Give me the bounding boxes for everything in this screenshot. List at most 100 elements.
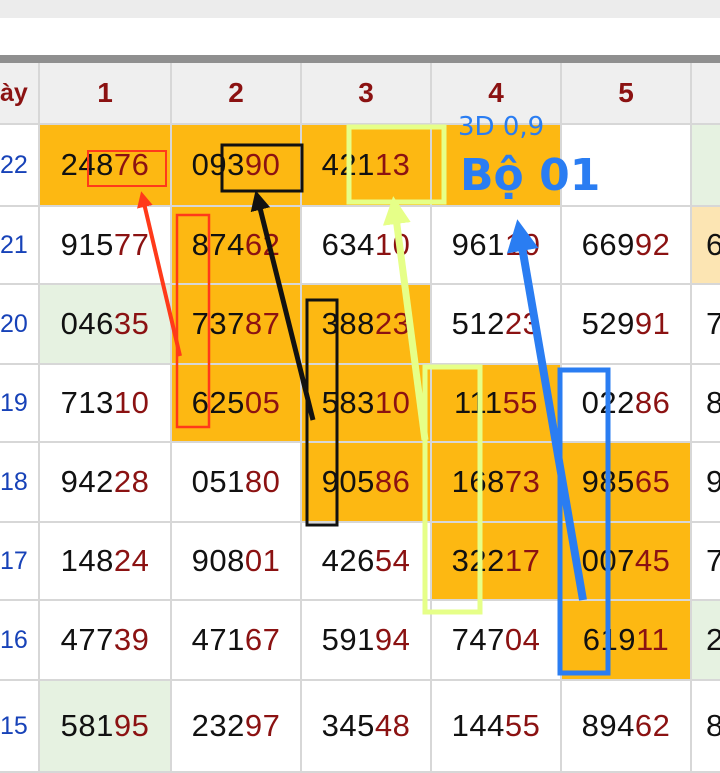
result-cell[interactable]: 529 91	[562, 285, 692, 365]
result-cell[interactable]: 046 35	[40, 285, 172, 365]
result-number-head: 985	[581, 464, 635, 499]
result-number-head: 961	[451, 227, 505, 262]
result-number-tail: 10	[504, 227, 541, 262]
result-cell[interactable]: 581 95	[40, 681, 172, 773]
result-number-head: 619	[582, 622, 637, 657]
result-number-tail: 24	[113, 543, 150, 578]
result-number-head: 669	[581, 227, 635, 262]
column-header-2: 2	[172, 63, 302, 125]
result-cell[interactable]: 908 01	[172, 523, 302, 601]
result-cell-clipped: 8	[692, 681, 720, 773]
column-header-3: 3	[302, 63, 432, 125]
result-cell[interactable]: 421 13	[302, 125, 432, 207]
result-cell[interactable]: 168 73	[432, 443, 562, 523]
result-number-head: 747	[451, 622, 505, 657]
row-date: 22	[0, 125, 40, 207]
result-cell-clipped: 9	[692, 443, 720, 523]
result-cell[interactable]: 669 92	[562, 207, 692, 285]
result-number-tail: 55	[502, 385, 539, 420]
result-cell[interactable]: 111 55	[432, 365, 562, 443]
result-cell[interactable]: 905 86	[302, 443, 432, 523]
result-number-tail: 05	[244, 385, 281, 420]
result-number-head: 713	[60, 385, 114, 420]
result-cell[interactable]: 942 28	[40, 443, 172, 523]
result-number-head: 093	[191, 147, 245, 182]
result-cell[interactable]: 961 10	[432, 207, 562, 285]
result-number-tail: 87	[244, 306, 281, 341]
result-number-tail: 77	[113, 227, 150, 262]
result-cell[interactable]: 874 62	[172, 207, 302, 285]
result-cell[interactable]: 915 77	[40, 207, 172, 285]
result-number-tail: 13	[374, 147, 411, 182]
result-number-tail: 23	[504, 306, 541, 341]
result-number-head: 022	[581, 385, 635, 420]
result-cell-clipped: 2	[692, 601, 720, 681]
result-number-head: 634	[321, 227, 375, 262]
result-number-head: 894	[581, 708, 635, 743]
result-cell[interactable]: 022 86	[562, 365, 692, 443]
result-cell[interactable]: 051 80	[172, 443, 302, 523]
result-cell[interactable]: 144 55	[432, 681, 562, 773]
result-number-tail: 01	[244, 543, 281, 578]
result-number-tail: 86	[374, 464, 411, 499]
result-number-tail: 65	[634, 464, 671, 499]
result-cell[interactable]	[562, 125, 692, 207]
result-number-tail: 11	[636, 622, 670, 657]
result-cell[interactable]: 426 54	[302, 523, 432, 601]
column-header-date: ày	[0, 63, 40, 125]
result-number-head: 046	[60, 306, 114, 341]
row-date: 18	[0, 443, 40, 523]
result-cell[interactable]: 345 48	[302, 681, 432, 773]
result-number-tail: 86	[634, 385, 671, 420]
result-cell[interactable]: 583 10	[302, 365, 432, 443]
result-number-tail: 94	[374, 622, 411, 657]
result-number-head: 232	[191, 708, 245, 743]
result-number-head: 591	[321, 622, 375, 657]
result-cell[interactable]: 388 23	[302, 285, 432, 365]
top-bar	[0, 0, 720, 18]
result-cell[interactable]: 619 11	[562, 601, 692, 681]
result-number-tail: 62	[634, 708, 671, 743]
result-cell[interactable]: 625 05	[172, 365, 302, 443]
result-cell[interactable]: 512 23	[432, 285, 562, 365]
result-cell-clipped: 6	[692, 207, 720, 285]
result-cell[interactable]: 007 45	[562, 523, 692, 601]
result-number-head: 111	[453, 385, 503, 420]
result-number-head: 581	[60, 708, 114, 743]
result-cell[interactable]: 471 67	[172, 601, 302, 681]
result-cell[interactable]: 148 24	[40, 523, 172, 601]
result-cell[interactable]: 248 76	[40, 125, 172, 207]
result-cell[interactable]: 591 94	[302, 601, 432, 681]
result-cell[interactable]: 737 87	[172, 285, 302, 365]
result-number-tail: 55	[504, 708, 541, 743]
result-cell[interactable]: 747 04	[432, 601, 562, 681]
result-number-tail: 76	[113, 147, 150, 182]
result-cell[interactable]: 322 17	[432, 523, 562, 601]
result-number-head: 007	[581, 543, 635, 578]
result-cell[interactable]: 232 97	[172, 681, 302, 773]
column-header-extra	[692, 63, 720, 125]
result-number-head: 471	[191, 622, 245, 657]
result-cell[interactable]: 634 10	[302, 207, 432, 285]
result-number-head: 144	[451, 708, 505, 743]
row-date: 17	[0, 523, 40, 601]
result-number-head: 248	[60, 147, 114, 182]
result-number-head: 345	[321, 708, 375, 743]
result-number-tail: 35	[113, 306, 150, 341]
result-cell[interactable]: 477 39	[40, 601, 172, 681]
result-number-tail: 62	[244, 227, 281, 262]
row-date: 16	[0, 601, 40, 681]
result-number-tail: 54	[374, 543, 411, 578]
result-number-tail: 91	[634, 306, 671, 341]
column-header-4: 4	[432, 63, 562, 125]
result-cell[interactable]: 985 65	[562, 443, 692, 523]
result-number-head: 874	[191, 227, 245, 262]
result-cell[interactable]: 894 62	[562, 681, 692, 773]
result-cell[interactable]: 713 10	[40, 365, 172, 443]
result-cell[interactable]: 093 90	[172, 125, 302, 207]
result-cell[interactable]	[432, 125, 562, 207]
result-cell-clipped: 7	[692, 523, 720, 601]
result-number-tail: 80	[244, 464, 281, 499]
table-top-divider	[0, 55, 720, 63]
row-date: 19	[0, 365, 40, 443]
